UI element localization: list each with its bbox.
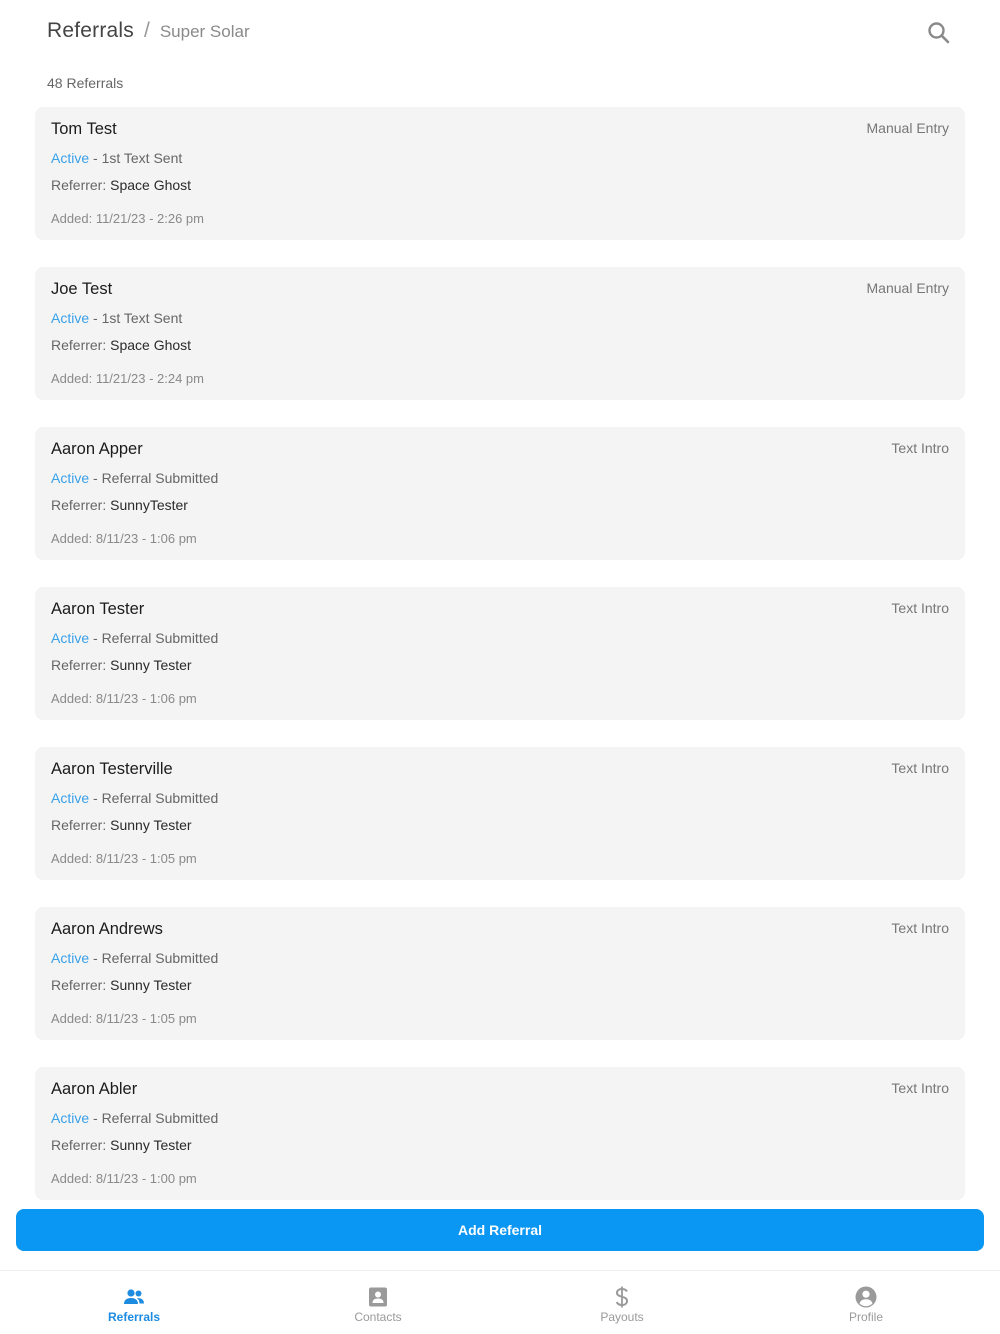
referral-status: Active - 1st Text Sent bbox=[51, 310, 182, 326]
status-state: Active bbox=[51, 630, 90, 646]
referral-list: Tom Test Manual Entry Active - 1st Text … bbox=[35, 107, 965, 1227]
status-state: Active bbox=[51, 790, 90, 806]
referral-name: Aaron Tester bbox=[51, 600, 145, 618]
referrer-label: Referrer: bbox=[51, 1137, 111, 1153]
referrer-label: Referrer: bbox=[51, 657, 111, 673]
referrer-name: Space Ghost bbox=[110, 177, 192, 193]
referral-name: Aaron Testerville bbox=[51, 760, 173, 778]
header: Referrals / Super Solar bbox=[0, 0, 1000, 66]
referral-referrer: Referrer: SunnyTester bbox=[51, 497, 188, 513]
tab-payouts[interactable]: Payouts bbox=[552, 1271, 692, 1334]
referral-added-date: Added: 8/11/23 - 1:06 pm bbox=[51, 691, 197, 706]
contact-card-icon bbox=[369, 1287, 387, 1307]
referral-source: Text Intro bbox=[891, 1080, 949, 1096]
referral-added-date: Added: 8/11/23 - 1:05 pm bbox=[51, 851, 197, 866]
referral-status: Active - Referral Submitted bbox=[51, 630, 218, 646]
referral-added-date: Added: 8/11/23 - 1:06 pm bbox=[51, 531, 197, 546]
referral-name: Aaron Abler bbox=[51, 1080, 138, 1098]
referral-card[interactable]: Aaron Testerville Text Intro Active - Re… bbox=[35, 747, 965, 880]
referrer-label: Referrer: bbox=[51, 817, 111, 833]
bottom-tab-bar: Referrals Contacts Payouts Profile bbox=[0, 1270, 1000, 1334]
tab-referrals[interactable]: Referrals bbox=[64, 1271, 204, 1334]
referral-referrer: Referrer: Space Ghost bbox=[51, 337, 191, 353]
add-referral-button[interactable]: Add Referral bbox=[16, 1209, 984, 1251]
referral-added-date: Added: 11/21/23 - 2:26 pm bbox=[51, 211, 204, 226]
status-state: Active bbox=[51, 1110, 90, 1126]
referral-name: Aaron Andrews bbox=[51, 920, 163, 938]
status-stage: - Referral Submitted bbox=[89, 950, 219, 966]
referrer-name: Sunny Tester bbox=[110, 1137, 192, 1153]
search-icon bbox=[928, 22, 950, 44]
referral-added-date: Added: 8/11/23 - 1:05 pm bbox=[51, 1011, 197, 1026]
status-state: Active bbox=[51, 310, 90, 326]
status-stage: - Referral Submitted bbox=[89, 790, 219, 806]
referral-referrer: Referrer: Sunny Tester bbox=[51, 817, 192, 833]
referrer-name: Sunny Tester bbox=[110, 657, 192, 673]
referrer-label: Referrer: bbox=[51, 177, 111, 193]
breadcrumb: Referrals / Super Solar bbox=[47, 19, 250, 43]
referral-name: Tom Test bbox=[51, 120, 117, 138]
referrer-label: Referrer: bbox=[51, 337, 111, 353]
referral-added-date: Added: 11/21/23 - 2:24 pm bbox=[51, 371, 204, 386]
status-stage: - 1st Text Sent bbox=[89, 310, 183, 326]
referral-referrer: Referrer: Sunny Tester bbox=[51, 657, 192, 673]
page-title[interactable]: Referrals bbox=[47, 19, 134, 43]
status-state: Active bbox=[51, 950, 90, 966]
status-stage: - Referral Submitted bbox=[89, 470, 219, 486]
breadcrumb-company: Super Solar bbox=[159, 22, 250, 41]
referral-name: Joe Test bbox=[51, 280, 113, 298]
status-state: Active bbox=[51, 150, 90, 166]
referral-card[interactable]: Aaron Abler Text Intro Active - Referral… bbox=[35, 1067, 965, 1200]
status-stage: - 1st Text Sent bbox=[89, 150, 183, 166]
user-circle-icon bbox=[855, 1286, 877, 1308]
referral-source: Text Intro bbox=[891, 440, 949, 456]
referral-status: Active - Referral Submitted bbox=[51, 790, 218, 806]
referrer-name: SunnyTester bbox=[110, 497, 188, 513]
referrer-name: Sunny Tester bbox=[110, 977, 192, 993]
referral-source: Text Intro bbox=[891, 600, 949, 616]
referral-status: Active - Referral Submitted bbox=[51, 950, 218, 966]
tab-profile[interactable]: Profile bbox=[796, 1271, 936, 1334]
breadcrumb-separator: / bbox=[144, 19, 150, 42]
referral-card[interactable]: Joe Test Manual Entry Active - 1st Text … bbox=[35, 267, 965, 400]
referral-count: 48 Referrals bbox=[47, 75, 124, 91]
status-stage: - Referral Submitted bbox=[89, 630, 219, 646]
search-button[interactable] bbox=[924, 18, 954, 48]
referral-source: Manual Entry bbox=[866, 280, 949, 296]
status-state: Active bbox=[51, 470, 90, 486]
dollar-icon bbox=[615, 1286, 629, 1308]
referral-card[interactable]: Tom Test Manual Entry Active - 1st Text … bbox=[35, 107, 965, 240]
referral-source: Text Intro bbox=[891, 760, 949, 776]
referral-source: Text Intro bbox=[891, 920, 949, 936]
tab-label: Payouts bbox=[600, 1310, 644, 1324]
referral-added-date: Added: 8/11/23 - 1:00 pm bbox=[51, 1171, 197, 1186]
status-stage: - Referral Submitted bbox=[89, 1110, 219, 1126]
referral-card[interactable]: Aaron Andrews Text Intro Active - Referr… bbox=[35, 907, 965, 1040]
tab-label: Contacts bbox=[354, 1310, 402, 1324]
referral-card[interactable]: Aaron Tester Text Intro Active - Referra… bbox=[35, 587, 965, 720]
tab-label: Profile bbox=[848, 1310, 883, 1324]
tab-contacts[interactable]: Contacts bbox=[308, 1271, 448, 1334]
referrer-name: Space Ghost bbox=[110, 337, 192, 353]
referral-referrer: Referrer: Space Ghost bbox=[51, 177, 191, 193]
people-icon bbox=[124, 1289, 144, 1304]
referral-referrer: Referrer: Sunny Tester bbox=[51, 977, 192, 993]
referral-status: Active - Referral Submitted bbox=[51, 1110, 218, 1126]
referral-name: Aaron Apper bbox=[51, 440, 143, 458]
tab-label: Referrals bbox=[107, 1310, 161, 1324]
referrer-label: Referrer: bbox=[51, 497, 111, 513]
referrer-label: Referrer: bbox=[51, 977, 111, 993]
referrer-name: Sunny Tester bbox=[110, 817, 192, 833]
referral-referrer: Referrer: Sunny Tester bbox=[51, 1137, 192, 1153]
referral-card[interactable]: Aaron Apper Text Intro Active - Referral… bbox=[35, 427, 965, 560]
referral-status: Active - 1st Text Sent bbox=[51, 150, 182, 166]
referral-source: Manual Entry bbox=[866, 120, 949, 136]
referral-status: Active - Referral Submitted bbox=[51, 470, 218, 486]
